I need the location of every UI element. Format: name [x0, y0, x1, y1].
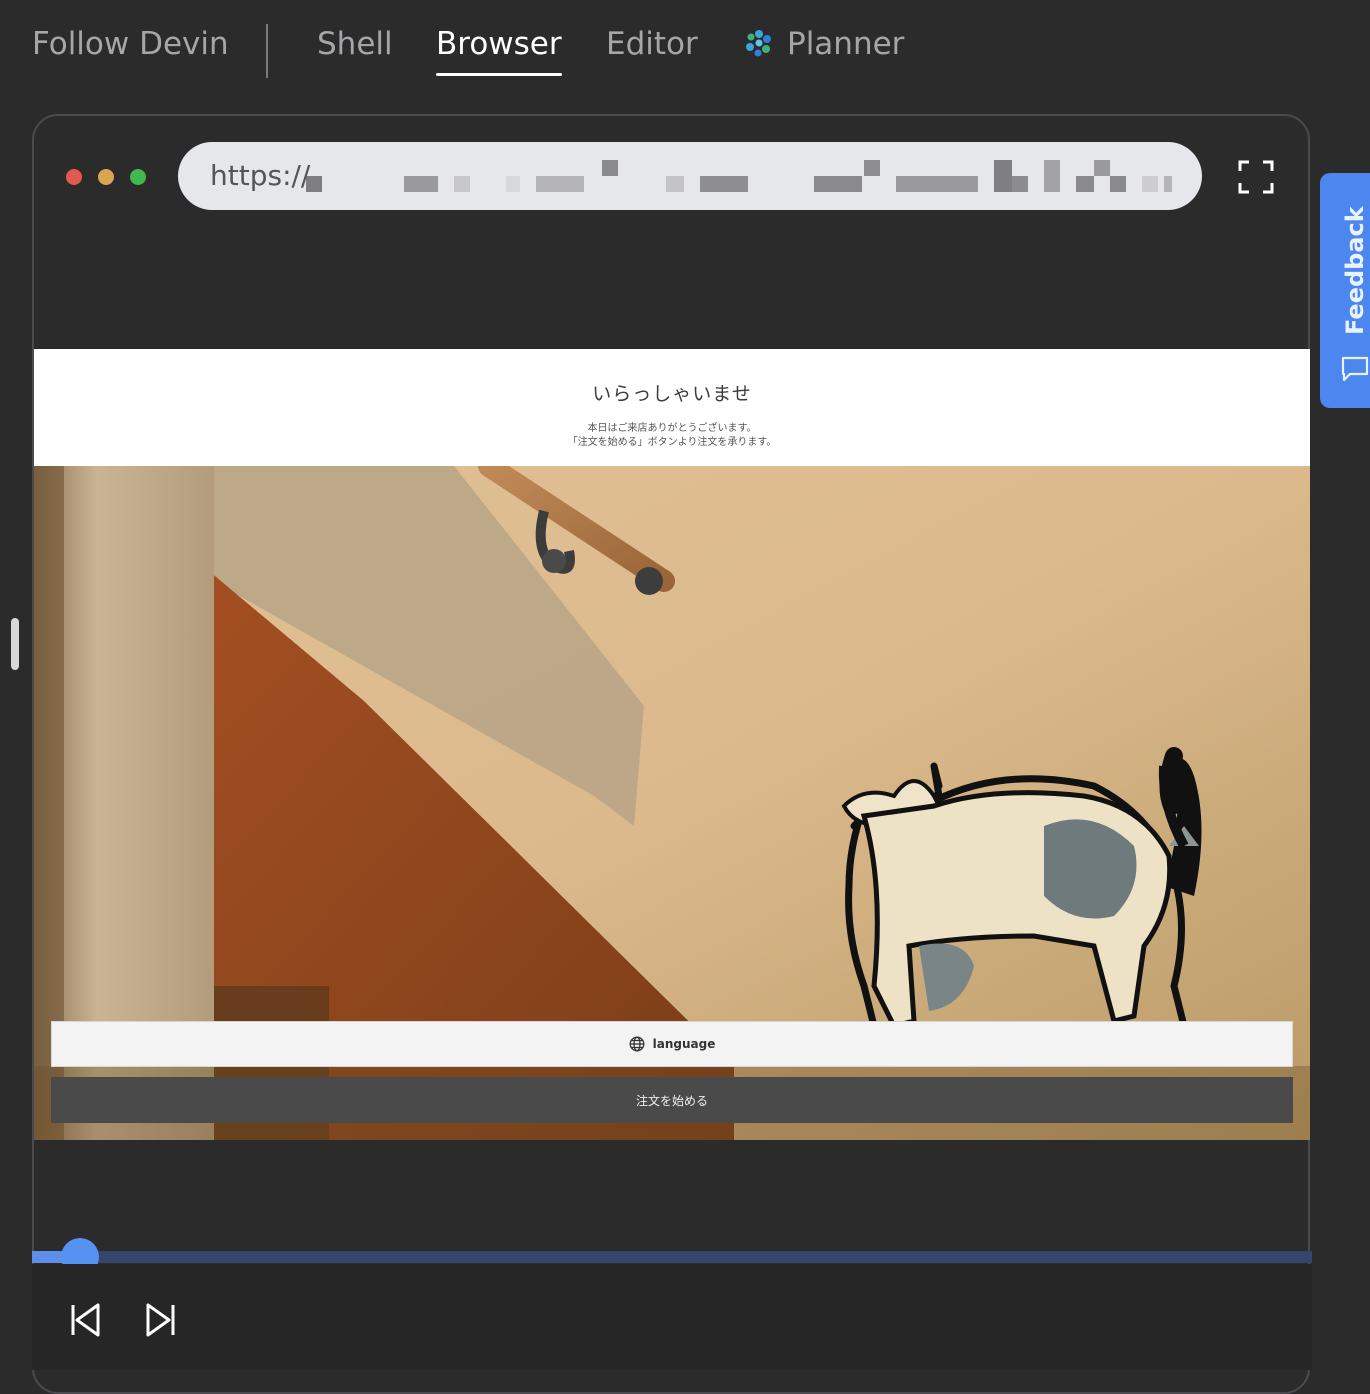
- page-title: いらっしゃいませ: [592, 383, 752, 405]
- tab-planner[interactable]: Planner: [745, 24, 904, 64]
- panel-resize-handle[interactable]: [11, 618, 19, 670]
- window-minimize-dot: [98, 169, 114, 185]
- window-close-dot: [66, 169, 82, 185]
- web-page-viewport: いらっしゃいませ 本日はご来店ありがとうございます。 「注文を始める」ボタンより…: [34, 349, 1310, 1140]
- tab-follow-devin[interactable]: Follow Devin: [32, 24, 229, 64]
- language-button-label: language: [652, 1037, 716, 1051]
- page-subtitle-line2: 「注文を始める」ボタンより注文を承ります。: [567, 437, 777, 448]
- planner-icon: [746, 30, 771, 57]
- language-button[interactable]: language: [51, 1021, 1293, 1067]
- tab-planner-label: Planner: [787, 26, 905, 62]
- start-order-button[interactable]: 注文を始める: [51, 1077, 1293, 1123]
- window-maximize-dot: [130, 169, 146, 185]
- playback-progress-track[interactable]: [32, 1238, 1312, 1276]
- tab-divider: [266, 24, 268, 78]
- page-header: いらっしゃいませ 本日はご来店ありがとうございます。 「注文を始める」ボタンより…: [34, 349, 1310, 466]
- feedback-tab[interactable]: Feedback: [1320, 173, 1370, 408]
- start-order-button-label: 注文を始める: [635, 1093, 708, 1108]
- chat-bubble-icon: [1341, 356, 1369, 382]
- feedback-label: Feedback: [1341, 206, 1369, 335]
- url-bar[interactable]: https://: [178, 142, 1202, 210]
- skip-forward-icon[interactable]: [144, 1302, 176, 1338]
- tab-editor[interactable]: Editor: [606, 24, 698, 64]
- url-prefix: https://: [210, 159, 311, 192]
- skip-back-icon[interactable]: [70, 1302, 102, 1338]
- top-tab-bar: Follow Devin Shell Browser Editor Planne…: [0, 0, 1370, 90]
- fullscreen-icon[interactable]: [1238, 160, 1274, 194]
- playback-controls: [32, 1264, 1312, 1370]
- globe-icon: [629, 1036, 645, 1052]
- tab-browser[interactable]: Browser: [436, 24, 562, 76]
- page-subtitle-line1: 本日はご来店ありがとうございます。: [587, 423, 757, 434]
- tab-shell[interactable]: Shell: [317, 24, 393, 64]
